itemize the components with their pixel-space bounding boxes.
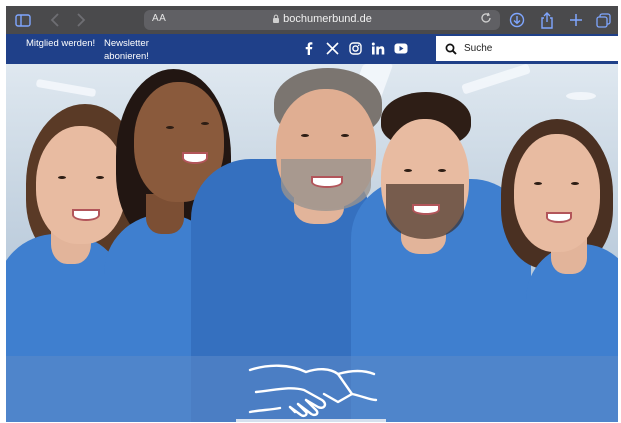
x-icon[interactable] (325, 41, 339, 55)
sidebar-toggle-icon[interactable] (14, 11, 32, 29)
newsletter-line2: abonieren! (104, 51, 149, 62)
browser-toolbar: AA bochumerbund.de (6, 6, 618, 34)
url-label: bochumerbund.de (283, 13, 372, 25)
newsletter-link[interactable]: Newsletter abonieren! (104, 37, 149, 63)
url-text: bochumerbund.de (144, 13, 500, 25)
new-tab-icon[interactable] (567, 11, 585, 29)
newsletter-line1: Newsletter (104, 38, 149, 49)
tabs-overview-icon[interactable] (594, 11, 612, 29)
youtube-icon[interactable] (394, 41, 408, 55)
search-input[interactable] (464, 43, 614, 54)
ceiling-light (566, 92, 596, 100)
handshake-icon (248, 364, 378, 417)
back-icon[interactable] (46, 11, 64, 29)
reload-icon[interactable] (480, 12, 492, 27)
social-links (302, 41, 408, 55)
instagram-icon[interactable] (348, 41, 362, 55)
member-link[interactable]: Mitglied werden! (26, 37, 95, 50)
search-box (436, 36, 618, 61)
linkedin-icon[interactable] (371, 41, 385, 55)
ceiling-light (461, 64, 531, 95)
downloads-icon[interactable] (508, 11, 526, 29)
search-icon[interactable] (445, 43, 457, 55)
hero-home-indicator (236, 419, 386, 422)
forward-icon[interactable] (72, 11, 90, 29)
site-header: Mitglied werden! Newsletter abonieren! (6, 34, 618, 64)
lock-icon (273, 14, 280, 23)
address-bar[interactable]: AA bochumerbund.de (144, 10, 500, 30)
ceiling-light (35, 78, 97, 98)
facebook-icon[interactable] (302, 41, 316, 55)
browser-window: AA bochumerbund.de Mitglied werden! News… (0, 0, 621, 423)
hero-image (6, 64, 618, 422)
share-icon[interactable] (538, 11, 556, 29)
